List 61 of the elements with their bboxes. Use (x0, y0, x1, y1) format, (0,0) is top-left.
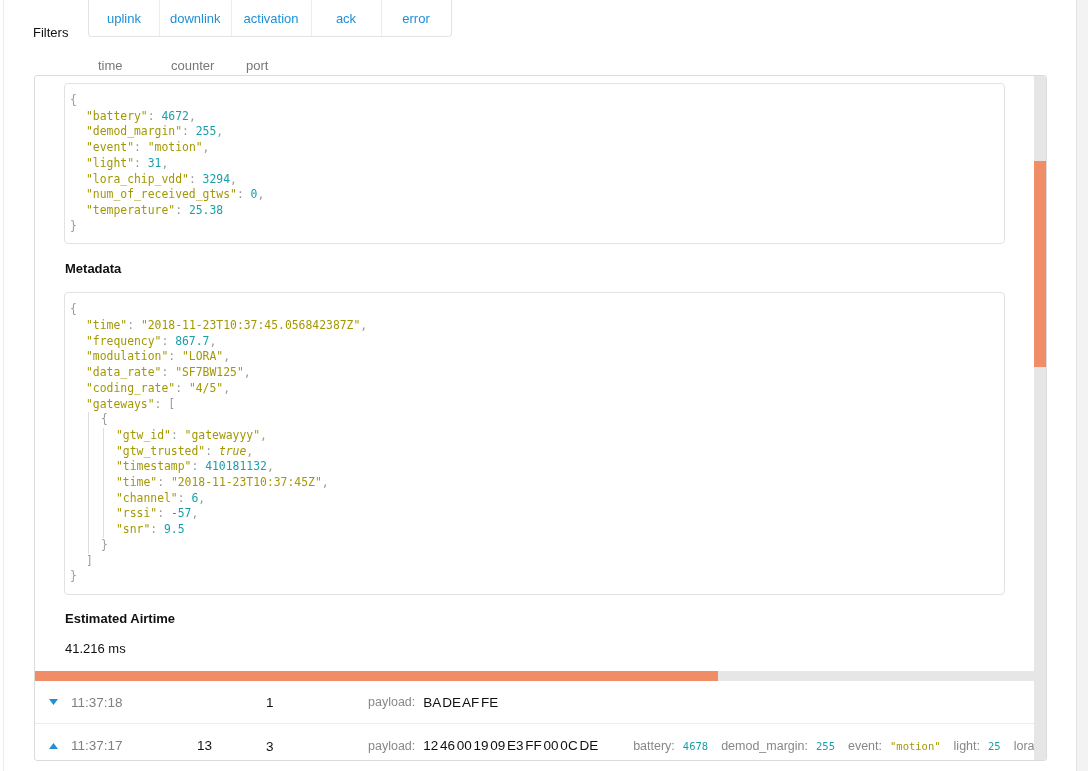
code-line: "data_rate": "SF7BW125", (86, 365, 251, 381)
horizontal-scrollbar[interactable] (35, 671, 1034, 681)
code-line: "coding_rate": "4/5", (86, 380, 231, 397)
code-line: { (70, 302, 77, 319)
code-line: } (70, 569, 77, 585)
field-value: 25 (988, 739, 1001, 752)
field-label: battery: (633, 738, 675, 753)
filter-tab[interactable]: activation (230, 0, 311, 36)
code-line: "time": "2018-11-23T10:37:45.056842387Z", (86, 318, 368, 334)
field-value: 255 (816, 739, 835, 752)
column-header[interactable]: port (246, 58, 269, 75)
field-label: light: (953, 738, 980, 753)
column-header[interactable]: counter (171, 58, 246, 75)
code-line: } (101, 537, 108, 554)
code-line: "rssi": -57, (116, 506, 199, 523)
code-line: "light": 31, (86, 155, 169, 172)
code-line: } (70, 218, 77, 235)
column-header[interactable]: time (98, 58, 171, 75)
field-label: lora (1013, 738, 1034, 753)
payload-label: payload: (368, 695, 416, 709)
port-value: 1 (266, 695, 274, 710)
code-line: "modulation": "LORA", (86, 349, 231, 366)
filter-tab[interactable]: error (380, 0, 451, 36)
code-line: "gtw_id": "gatewayyy", (116, 427, 267, 444)
code-line: "lora_chip_vdd": 3294, (86, 171, 237, 188)
payload-value: 12 46 00 19 09 E3 FF 00 0C DE (423, 738, 599, 753)
code-line: "temperature": 25.38 (86, 202, 224, 219)
filters-label: Filters (33, 25, 70, 41)
code-line: { (70, 93, 77, 109)
code-line: "battery": 4672, (86, 108, 196, 125)
filter-tab[interactable]: downlink (159, 0, 231, 36)
code-line: "frequency": 867.7, (86, 333, 217, 350)
time-value: 11:37:18 (71, 694, 124, 710)
filter-tab[interactable]: ack (310, 0, 381, 36)
airtime-value: 41.216 ms (65, 641, 127, 657)
payload-value: BA DE AF FE (423, 694, 499, 710)
code-line: ] (86, 553, 93, 570)
code-line: "timestamp": 410181132, (116, 459, 274, 476)
field-label: demod_margin: (721, 738, 808, 753)
code-line: "time": "2018-11-23T10:37:45Z", (116, 475, 329, 491)
field-value: 4678 (682, 739, 709, 752)
vertical-scrollbar[interactable] (1034, 76, 1046, 760)
code-line: { (101, 412, 108, 428)
code-line: "gateways": [ (86, 396, 176, 413)
code-line: "demod_margin": 255, (86, 124, 224, 141)
counter-value: 13 (195, 738, 212, 753)
field-label: event: (847, 738, 882, 753)
section-heading: Metadata (65, 261, 123, 278)
caret-up-icon[interactable] (49, 742, 58, 749)
section-heading: Estimated Airtime (65, 611, 177, 627)
code-line: "num_of_received_gtws": 0, (86, 187, 265, 203)
code-line: "channel": 6, (116, 490, 206, 507)
payload-label: payload: (368, 738, 416, 753)
caret-down-icon[interactable] (49, 699, 58, 705)
code-line: "snr": 9.5 (116, 522, 185, 538)
code-line: "event": "motion", (86, 140, 210, 156)
time-value: 11:37:17 (71, 738, 124, 753)
field-value: "motion" (890, 739, 941, 752)
filter-tab[interactable]: uplink (89, 0, 159, 36)
port-value: 3 (266, 738, 274, 754)
code-line: "gtw_trusted": true, (116, 443, 254, 460)
